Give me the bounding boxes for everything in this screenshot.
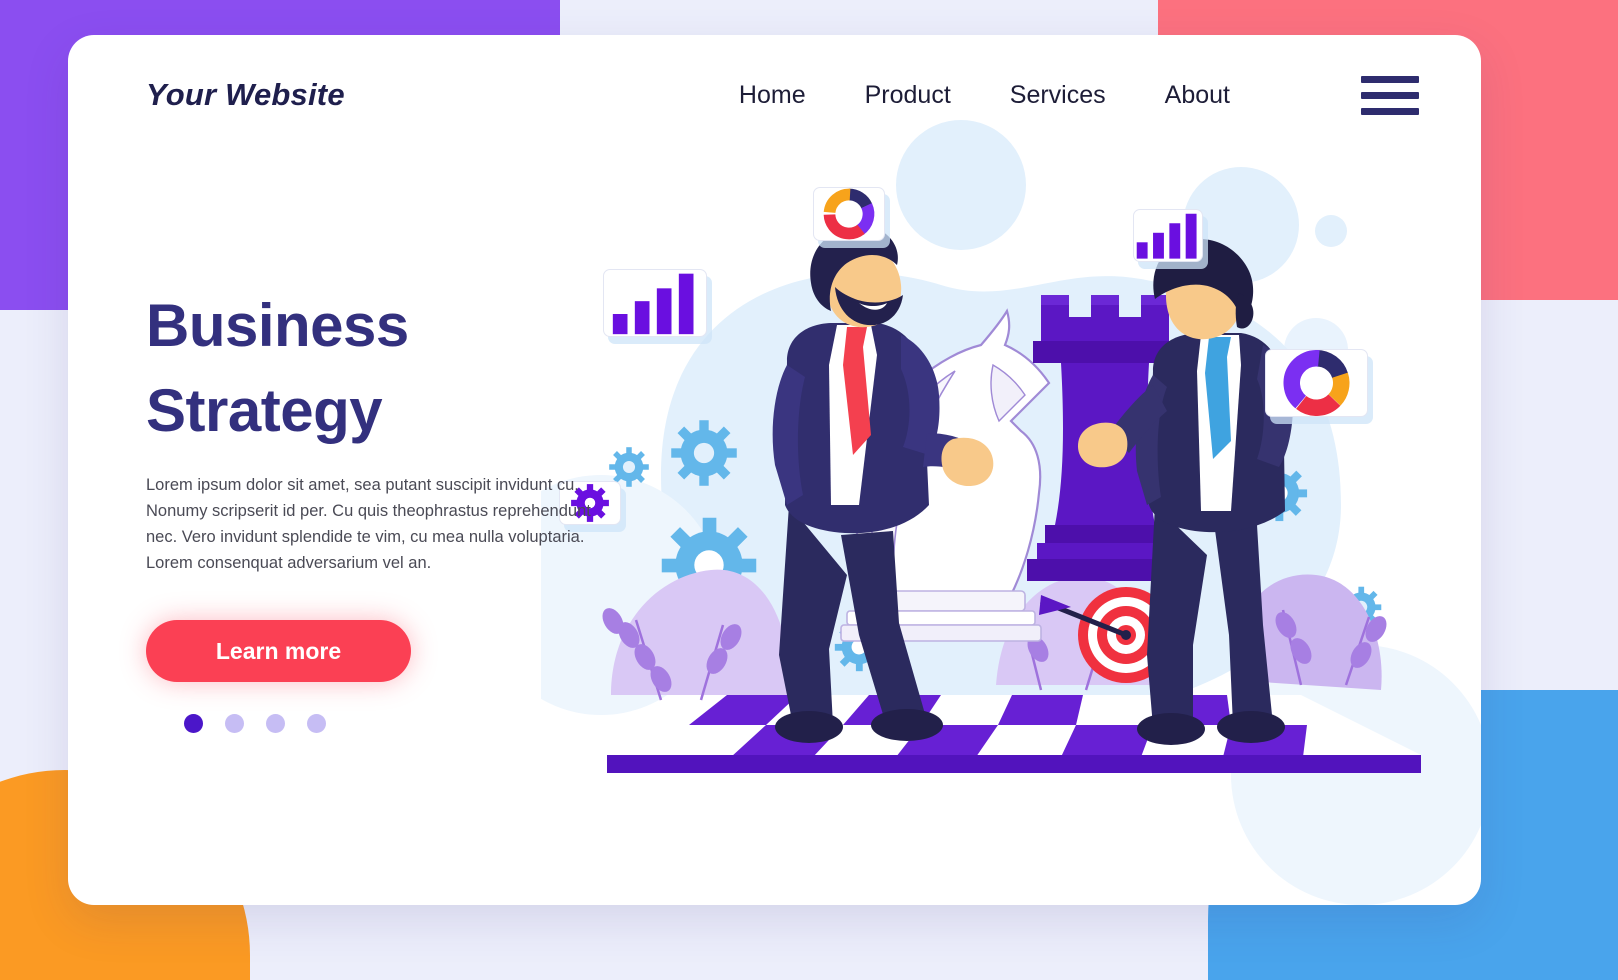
main-navigation: Home Product Services About — [739, 75, 1419, 115]
nav-item-product[interactable]: Product — [865, 81, 951, 110]
hero-paragraph: Lorem ipsum dolor sit amet, sea putant s… — [146, 476, 591, 572]
landing-page-card: Your Website Home Product Services About… — [68, 35, 1481, 905]
carousel-dot-4[interactable] — [307, 714, 326, 734]
pie-chart-card-right[interactable] — [1265, 349, 1368, 417]
page-title-line-2: Strategy — [146, 377, 383, 445]
pie-chart-card-top[interactable] — [813, 187, 885, 241]
site-logo[interactable]: Your Website — [146, 77, 345, 113]
bar-chart-card-right[interactable] — [1133, 209, 1203, 262]
hero-section: Business Strategy Lorem ipsum dolor sit … — [146, 283, 666, 734]
learn-more-button[interactable]: Learn more — [146, 620, 411, 683]
hero-illustration — [541, 35, 1481, 905]
nav-item-about[interactable]: About — [1165, 81, 1230, 110]
carousel-dots — [184, 714, 666, 734]
carousel-dot-2[interactable] — [225, 714, 244, 734]
site-header: Your Website Home Product Services About — [68, 35, 1481, 155]
page-title-line-1: Business — [146, 292, 409, 359]
donut-chart-icon — [1283, 350, 1350, 416]
page-title: Business Strategy — [146, 283, 666, 453]
carousel-dot-3[interactable] — [266, 714, 285, 734]
illustration-artwork — [541, 120, 1481, 905]
bar-chart-icon — [1136, 213, 1197, 259]
chessboard — [607, 695, 1421, 773]
hamburger-menu-icon[interactable] — [1361, 75, 1419, 115]
carousel-dot-1[interactable] — [184, 714, 203, 734]
nav-item-services[interactable]: Services — [1010, 81, 1106, 110]
donut-chart-icon — [823, 188, 875, 240]
nav-item-home[interactable]: Home — [739, 81, 806, 110]
